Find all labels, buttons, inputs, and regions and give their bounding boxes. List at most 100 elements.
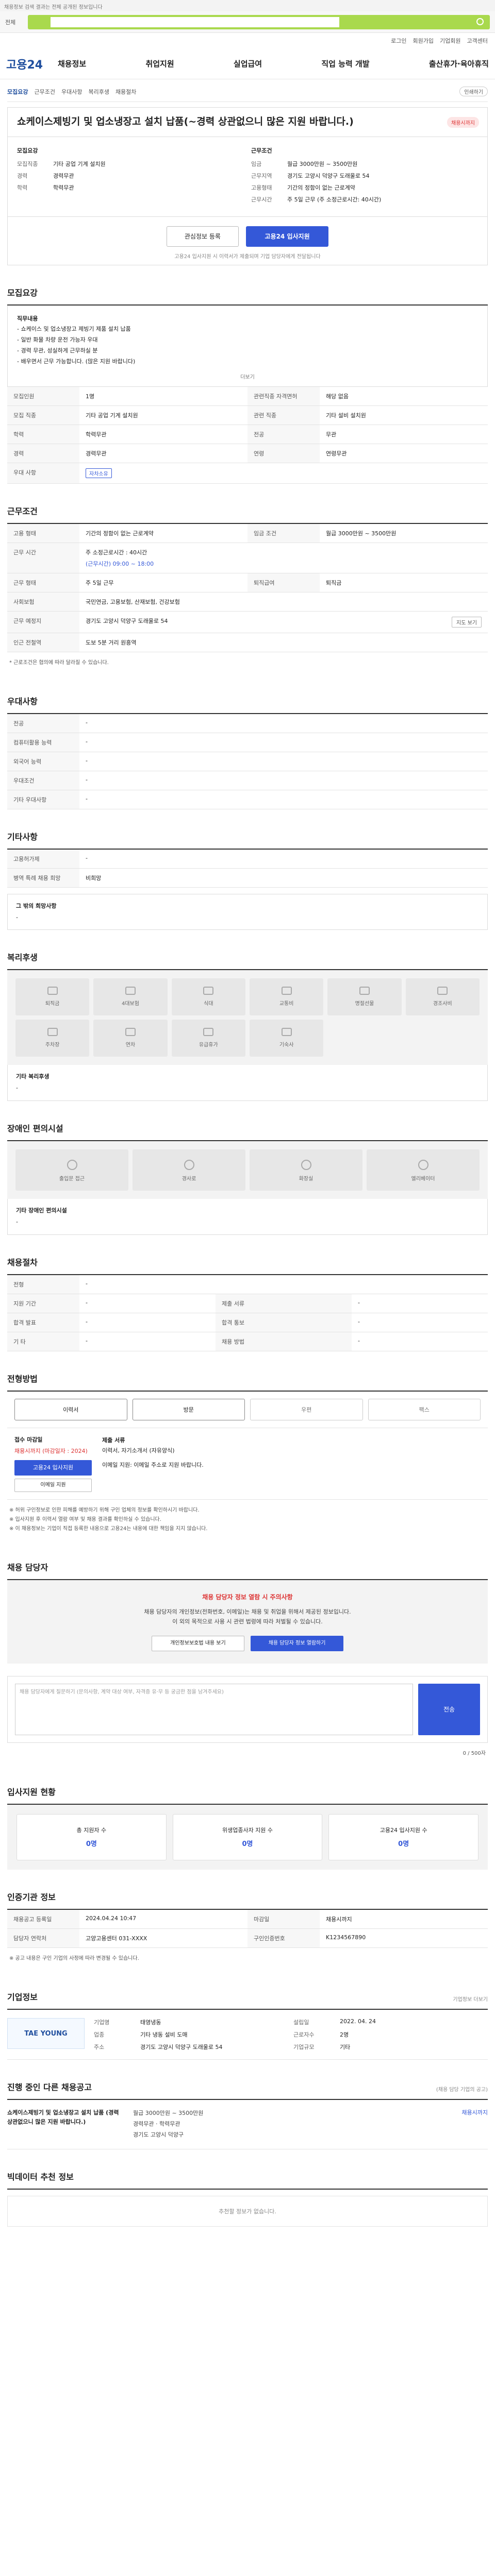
tab-benefits[interactable]: 복리후생 [88, 88, 109, 96]
hours-value: 주 소정근로시간 : 40시간 [86, 549, 147, 556]
cell-value: 경력무관 [79, 444, 248, 463]
nav-item-parental-leave[interactable]: 출산휴가·육아휴직 [429, 58, 489, 69]
customer-center-link[interactable]: 고객센터 [467, 37, 488, 45]
benefit-item: 퇴직금 [15, 978, 90, 1015]
summary-work-heading: 근무조건 [251, 147, 272, 154]
cell-label: 마감일 [248, 1910, 320, 1929]
tab-process[interactable]: 채용절차 [116, 88, 136, 96]
favorite-button[interactable]: 관심정보 등록 [166, 226, 239, 247]
cell-value: - [79, 733, 488, 752]
section-title: 장애인 편의시설 [7, 1124, 63, 1133]
facility-item: 화장실 [250, 1149, 362, 1191]
privacy-law-button[interactable]: 개인정보보호법 내용 보기 [151, 1636, 244, 1652]
stat-value: 0명 [398, 1840, 409, 1849]
company-section: 기업정보 기업정보 더보기 TAE YOUNG 기업명 태영냉동 설립일 2022. 0… [7, 1990, 488, 2060]
paid-vacation-icon [203, 1028, 214, 1036]
cell-label: 합격 발표 [7, 1313, 79, 1332]
apply-button[interactable]: 고용24 입사지원 [246, 226, 329, 247]
section-title: 채용절차 [7, 1258, 38, 1267]
email-apply-button[interactable]: 이메일 지원 [14, 1479, 92, 1492]
desc-line: - 경력 무관, 성실하게 근무하실 분 [17, 347, 98, 354]
preferences-section: 우대사항 전공 - 컴퓨터활용 능력 - 외국어 능력 - 우대조건 - 기타 우대사항… [7, 694, 488, 809]
print-button[interactable]: 인쇄하기 [459, 87, 488, 96]
other-job-meta: 경기도 고양시 덕양구 [133, 2131, 184, 2139]
facility-item: 출입문 접근 [15, 1149, 128, 1191]
tab-recruit[interactable]: 모집요강 [7, 88, 28, 96]
process-section: 채용절차 전형 - 지원 기간 - 제출 서류 - 합격 발표 - 합격 통보 - 기 타-채… [7, 1256, 488, 1351]
map-button[interactable]: 지도 보기 [452, 617, 482, 628]
other-job-item[interactable]: 쇼케이스제빙기 및 업소냉장고 설치 납품 (경력 상관없으니 많은 지원 바랍… [7, 2100, 488, 2150]
desc-line: 직무내용 [17, 315, 38, 322]
cell-label: 모집인원 [7, 387, 79, 406]
benefit-label: 경조사비 [433, 1001, 452, 1007]
dormitory-icon [281, 1028, 292, 1036]
site-logo[interactable]: 고용24 [6, 56, 58, 72]
benefit-item: 경조사비 [405, 978, 480, 1015]
summary-label: 학력 [17, 184, 28, 191]
question-textarea[interactable]: 채용 담당자에게 질문하기 (문의사항, 계약 대상 여부, 자격증 유·무 등… [15, 1684, 413, 1736]
cell-label: 담당자 연락처 [7, 1928, 79, 1948]
other-job-title[interactable]: 쇼케이스제빙기 및 업소냉장고 설치 납품 (경력 상관없으니 많은 지원 바랍… [7, 2108, 126, 2141]
cell-label: 우대조건 [7, 771, 79, 790]
place-value: 경기도 고양시 덕양구 도래울로 54 [86, 618, 168, 624]
period-label: 접수 마감일 [14, 1436, 43, 1443]
benefit-label: 식대 [204, 1001, 213, 1007]
extra-wish-box: 그 밖의 희망사항 - [7, 894, 488, 930]
send-question-button[interactable]: 전송 [418, 1684, 480, 1736]
search-bar: 전체 [0, 11, 495, 33]
nav-item-jobs[interactable]: 채용정보 [58, 58, 86, 69]
facility-label: 경사로 [182, 1176, 196, 1182]
login-link[interactable]: 로그인 [391, 37, 406, 45]
summary-label: 경력 [17, 172, 28, 179]
summary-label: 근무지역 [251, 172, 272, 179]
disability-etc: 기타 장애인 편의시설 - [7, 1199, 488, 1235]
cell-label: 기 타 [7, 1332, 79, 1351]
facility-label: 출입문 접근 [59, 1176, 85, 1182]
benefit-label: 기숙사 [279, 1042, 294, 1048]
stat-card: 총 지원자 수 0명 [16, 1814, 167, 1861]
cell-value: 도보 5분 거리 원흥역 [79, 633, 488, 652]
cell-value: 자차소유 [79, 463, 488, 484]
summary-label: 임금 [251, 160, 262, 167]
apply-contact: 이메일 지원: 이메일 주소로 지원 바랍니다. [102, 1461, 204, 1468]
summary-label: 모집직종 [17, 160, 38, 167]
elevator-icon [418, 1160, 428, 1170]
top-notice: 채용정보 검색 결과는 전체 공개된 정보입니다 [0, 0, 495, 11]
applicant-stats-section: 입사지원 현황 총 지원자 수 0명 위생업종사자 지원 수 0명 고용24 입사지… [7, 1785, 488, 1870]
other-job-deadline: 채용시까지 [461, 2109, 488, 2116]
section-title: 기업정보 [7, 1992, 38, 2003]
ask-counter: 0 / 500자 [463, 1751, 486, 1757]
signup-link[interactable]: 회원가입 [413, 37, 434, 45]
more-button[interactable]: 더보기 [17, 372, 478, 380]
utility-links: 로그인 회원가입 기업회원 고객센터 [0, 33, 495, 48]
company-more-link[interactable]: 기업정보 더보기 [453, 1995, 488, 2003]
nav-item-skills-development[interactable]: 직업 능력 개발 [321, 58, 369, 69]
search-box [28, 14, 490, 29]
summary-label: 근무시간 [251, 196, 272, 203]
extra-wish-title: 그 밖의 희망사항 [16, 903, 57, 909]
cell-label: 우대 사항 [7, 463, 79, 484]
desc-line: - 쇼케이스 및 업소냉장고 제빙기 제품 설치 납품 [17, 326, 131, 333]
view-contact-button[interactable]: 채용 담당자 정보 열람하기 [251, 1636, 344, 1652]
company-label: 업종 [94, 2031, 105, 2039]
method-visit: 방문 [132, 1399, 245, 1420]
tab-preferences[interactable]: 우대사항 [61, 88, 82, 96]
tab-work-conditions[interactable]: 근무조건 [34, 88, 55, 96]
job-summary: 모집요강 모집직종 기타 공업 기계 설치원 경력 경력무관 학력 학력무관 근무조건… [7, 137, 488, 217]
section-title: 복리후생 [7, 953, 38, 962]
cell-label: 외국어 능력 [7, 752, 79, 771]
apply-method-section: 전형방법 이력서 방문 우편 팩스 접수 마감일 채용시까지 (마감일자 : 2… [7, 1372, 488, 1540]
cell-value: 퇴직금 [320, 573, 488, 592]
contact-warning-line: 채용 담당자의 개인정보(전화번호, 이메일)는 채용 및 취업을 위해서 제공… [144, 1608, 351, 1615]
search-icon[interactable] [476, 18, 484, 25]
search-category[interactable]: 전체 [5, 18, 24, 26]
contact-section: 채용 담당자 채용 담당자 정보 열람 시 주의사항 채용 담당자의 개인정보(… [7, 1561, 488, 1765]
company-member-link[interactable]: 기업회원 [440, 37, 460, 45]
apply-notes: ※ 허위 구인정보로 인한 피해를 예방하기 위해 구인 업체의 정보를 확인하… [7, 1500, 488, 1540]
section-title: 근무조건 [7, 506, 38, 516]
search-input[interactable] [51, 16, 339, 27]
nav-item-employment-support[interactable]: 취업지원 [145, 58, 174, 69]
apply-online-button[interactable]: 고용24 입사지원 [14, 1460, 92, 1476]
nav-item-unemployment-benefits[interactable]: 실업급여 [234, 58, 262, 69]
method-resume: 이력서 [14, 1399, 127, 1420]
